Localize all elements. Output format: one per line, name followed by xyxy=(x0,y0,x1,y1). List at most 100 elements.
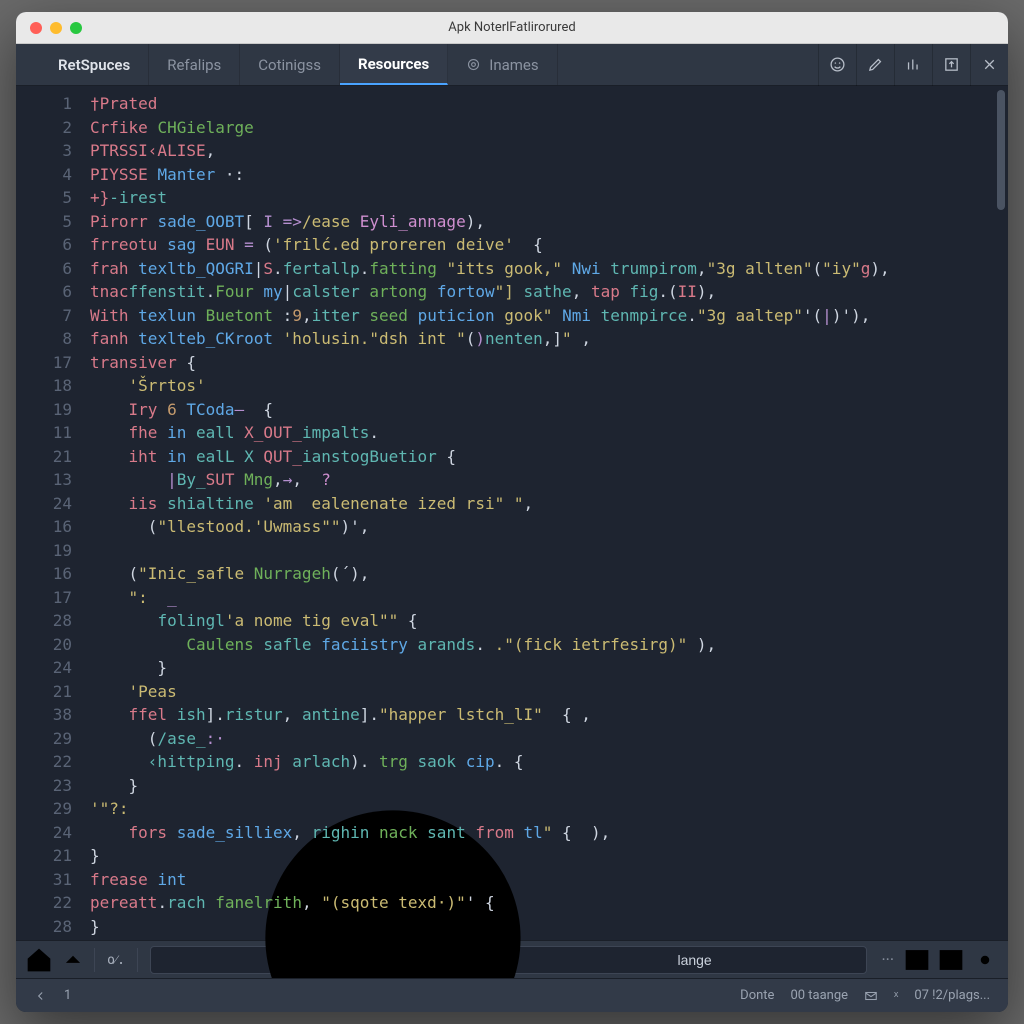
file-icon[interactable] xyxy=(16,44,40,85)
code-line[interactable]: folingl'a nome tig eval"" { xyxy=(90,609,994,633)
line-number: 13 xyxy=(16,468,72,492)
code-line[interactable]: ffel ish].ristur, antine]."happer lstch_… xyxy=(90,703,994,727)
code-line[interactable]: fors sade_silliex, righin nack sant from… xyxy=(90,821,994,845)
line-number: 22 xyxy=(16,750,72,774)
code-line[interactable]: } xyxy=(90,844,994,868)
scrollbar[interactable] xyxy=(994,86,1008,940)
line-number: 17 xyxy=(16,351,72,375)
code-line[interactable]: } xyxy=(90,774,994,798)
status-done: Donte xyxy=(732,988,782,1003)
code-line[interactable]: †Prated xyxy=(90,92,994,116)
status-line-number: 1 xyxy=(56,988,79,1003)
code-line[interactable]: iis shialtine 'am ealenenate ized rsi" "… xyxy=(90,492,994,516)
export-icon[interactable] xyxy=(932,44,970,86)
code-line[interactable]: With texlun Buetont :9,itter seed putici… xyxy=(90,304,994,328)
line-number: 5 xyxy=(16,210,72,234)
code-line[interactable]: fhe in eall X_OUT_impalts. xyxy=(90,421,994,445)
tab-label: Resources xyxy=(358,55,429,73)
code-line[interactable]: frreotu sag EUN = ('frilć.ed proreren de… xyxy=(90,233,994,257)
regex-icon[interactable]: o⁄. xyxy=(99,945,133,975)
code-line[interactable]: Crfike CHGielarge xyxy=(90,116,994,140)
code-line[interactable]: 'Peas xyxy=(90,680,994,704)
scrollbar-thumb[interactable] xyxy=(997,90,1005,210)
line-number: 1 xyxy=(16,92,72,116)
tab-4[interactable]: Inames xyxy=(448,44,557,85)
code-line[interactable]: '"?: xyxy=(90,797,994,821)
window-controls xyxy=(16,22,82,34)
line-number: 7 xyxy=(16,304,72,328)
close-window-button[interactable] xyxy=(30,22,42,34)
line-number: 28 xyxy=(16,609,72,633)
tab-1[interactable]: Refalips xyxy=(149,44,240,85)
code-line[interactable]: |By_SUT Mng,→, ? xyxy=(90,468,994,492)
code-line[interactable]: Pirorr sade_OOBT[ I =>/ease Eyli_annage)… xyxy=(90,210,994,234)
line-number: 3 xyxy=(16,139,72,163)
panel-icon[interactable] xyxy=(900,945,934,975)
line-number: 21 xyxy=(16,680,72,704)
code-line[interactable]: PTRSSI‹ALISE, xyxy=(90,139,994,163)
editor: 1234556667817181911211324161916172820242… xyxy=(16,86,1008,940)
back-icon[interactable] xyxy=(26,989,56,1003)
chart-icon[interactable] xyxy=(894,44,932,86)
code-line[interactable]: transiver { xyxy=(90,351,994,375)
edit-icon[interactable] xyxy=(856,44,894,86)
line-number: 6 xyxy=(16,280,72,304)
code-line[interactable]: ‹hittping. inj arlach). trg saok cip. { xyxy=(90,750,994,774)
code-line[interactable]: pereatt.rach fanelrith, "(sqote texd·)"'… xyxy=(90,891,994,915)
code-line[interactable]: Iry 6 TCoda– { xyxy=(90,398,994,422)
more-icon[interactable]: ··· xyxy=(875,950,900,969)
code-line[interactable]: Caulens safle faciistry arands. ."(fick … xyxy=(90,633,994,657)
code-line[interactable]: tnacffenstit.Four my|calster artong fort… xyxy=(90,280,994,304)
line-number: 29 xyxy=(16,797,72,821)
line-number: 2 xyxy=(16,116,72,140)
code-area[interactable]: †PratedCrfike CHGielargePTRSSI‹ALISE,PIY… xyxy=(86,86,994,940)
code-line[interactable]: frah texltb_QOGRI|S.fertallp.fatting "it… xyxy=(90,257,994,281)
line-gutter: 1234556667817181911211324161916172820242… xyxy=(16,86,86,940)
line-number: 38 xyxy=(16,703,72,727)
code-line[interactable]: +}-irest xyxy=(90,186,994,210)
caret-up-icon[interactable] xyxy=(56,945,90,975)
line-number: 19 xyxy=(16,398,72,422)
emoji-icon[interactable] xyxy=(818,44,856,86)
code-line[interactable] xyxy=(90,539,994,563)
replace-icon[interactable] xyxy=(934,945,968,975)
tab-0[interactable]: RetSpuces xyxy=(40,44,149,85)
tab-label: RetSpuces xyxy=(58,56,130,74)
tab-label: Refalips xyxy=(167,56,221,74)
code-line[interactable]: ": _ xyxy=(90,586,994,610)
line-number: 22 xyxy=(16,891,72,915)
code-line[interactable]: (/ase_:· xyxy=(90,727,994,751)
close-icon[interactable] xyxy=(970,44,1008,86)
code-line[interactable]: 'Šrrtos' xyxy=(90,374,994,398)
line-number: 24 xyxy=(16,656,72,680)
zoom-window-button[interactable] xyxy=(70,22,82,34)
mail-icon[interactable] xyxy=(856,989,886,1003)
code-line[interactable]: ("Inic_safle Nurrageh(´), xyxy=(90,562,994,586)
home-icon[interactable] xyxy=(22,945,56,975)
line-number: 28 xyxy=(16,915,72,939)
line-number: 31 xyxy=(16,868,72,892)
search-box[interactable] xyxy=(150,946,867,974)
line-number: 29 xyxy=(16,727,72,751)
search-input[interactable] xyxy=(677,952,858,968)
tab-actions xyxy=(818,44,1008,85)
tab-2[interactable]: Cotinigss xyxy=(240,44,340,85)
minimize-window-button[interactable] xyxy=(50,22,62,34)
code-line[interactable]: iht in ealL X QUT_ianstogBuetior { xyxy=(90,445,994,469)
code-line[interactable]: } xyxy=(90,915,994,939)
code-line[interactable]: fanh texlteb_CKroot 'holusin."dsh int "(… xyxy=(90,327,994,351)
tab-bar: RetSpuces Refalips Cotinigss Resources Iname… xyxy=(16,44,1008,86)
code-line[interactable]: ("llestood.'Uwmass"")', xyxy=(90,515,994,539)
code-line[interactable]: } xyxy=(90,656,994,680)
code-line[interactable]: frease int xyxy=(90,868,994,892)
tab-label: Inames xyxy=(489,56,538,74)
line-number: 16 xyxy=(16,562,72,586)
tab-3[interactable]: Resources xyxy=(340,44,448,85)
app-window: Apk NoterlFatlirorured RetSpucesRefalips… xyxy=(16,12,1008,1012)
line-number: 4 xyxy=(16,163,72,187)
code-line[interactable]: PIYSSE Manter ·: xyxy=(90,163,994,187)
status-sep: ˣ xyxy=(886,988,906,1004)
line-number: 21 xyxy=(16,445,72,469)
line-number: 20 xyxy=(16,633,72,657)
settings-icon[interactable] xyxy=(968,945,1002,975)
